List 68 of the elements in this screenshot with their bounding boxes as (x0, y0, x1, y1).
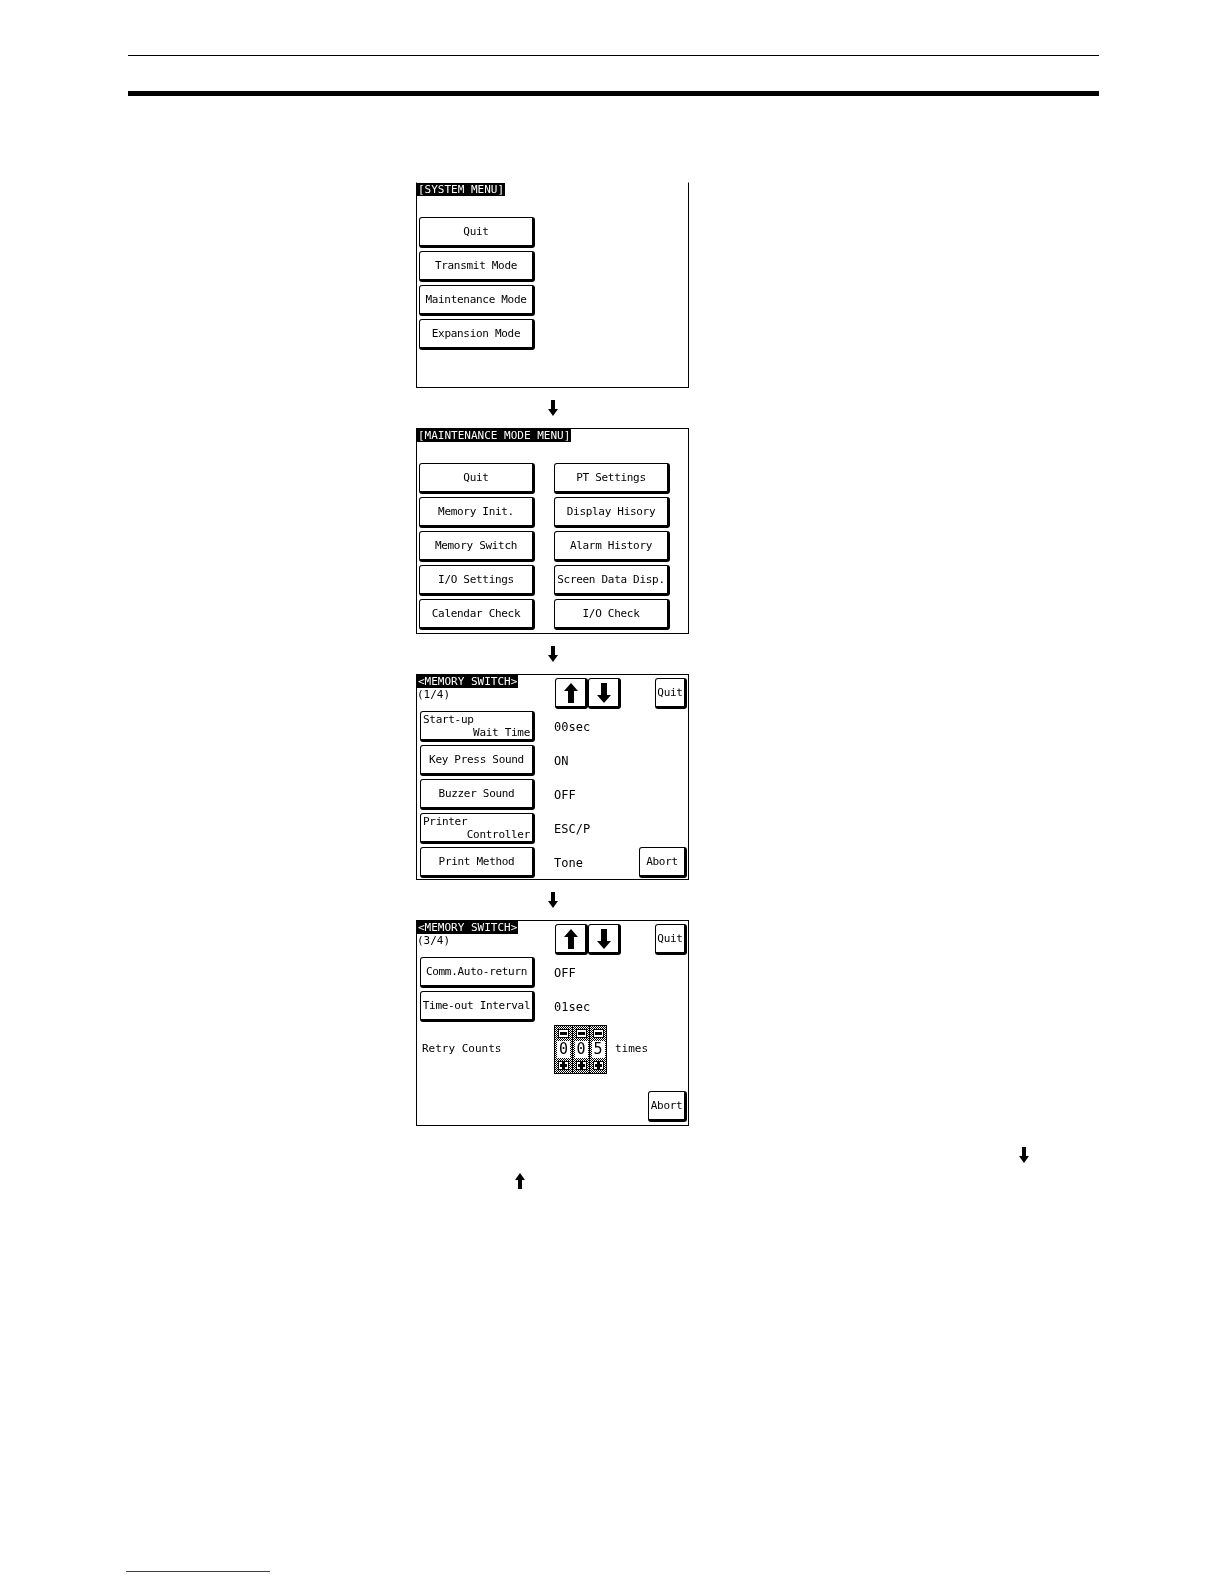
setting-value: OFF (554, 786, 576, 804)
setting-button[interactable]: Time-out Interval (420, 991, 535, 1022)
down-arrow-icon (547, 892, 558, 908)
down-arrow-icon (596, 682, 611, 703)
setting-button[interactable]: Printer Controller (420, 813, 535, 844)
increment-button[interactable] (558, 1061, 569, 1070)
menu-button[interactable]: PT Settings (554, 463, 670, 494)
screen-title: <MEMORY SWITCH> (417, 921, 519, 934)
quit-button[interactable]: Quit (655, 678, 687, 709)
menu-button[interactable]: Alarm History (554, 531, 670, 562)
setting-value: OFF (554, 964, 576, 982)
menu-button[interactable]: Transmit Mode (419, 251, 535, 282)
menu-button[interactable]: I/O Check (554, 599, 670, 630)
decrement-button[interactable] (558, 1029, 569, 1038)
plus-icon (577, 1062, 585, 1069)
screen-title: <MEMORY SWITCH> (417, 675, 519, 688)
up-arrow-icon (563, 682, 578, 703)
digit-display: 0 (557, 1041, 570, 1058)
abort-button[interactable]: Abort (648, 1091, 687, 1122)
unit-label: times (615, 1041, 649, 1058)
setting-button[interactable]: Start-up Wait Time (420, 711, 535, 742)
decrement-button[interactable] (575, 1029, 587, 1038)
screen-title: [SYSTEM MENU] (417, 183, 506, 196)
down-button[interactable] (588, 678, 621, 709)
down-arrow-icon (547, 646, 558, 662)
setting-value: ON (554, 752, 569, 770)
decrement-button[interactable] (592, 1029, 604, 1038)
setting-value: ESC/P (554, 820, 591, 838)
menu-button[interactable]: Maintenance Mode (419, 285, 535, 316)
menu-button[interactable]: Quit (419, 463, 535, 494)
up-arrow-icon (515, 1173, 525, 1189)
down-button[interactable] (588, 924, 621, 955)
down-arrow-icon (547, 400, 558, 416)
setting-button[interactable]: Print Method (420, 847, 535, 878)
menu-button[interactable]: Expansion Mode (419, 319, 535, 350)
minus-icon (560, 1032, 567, 1035)
setting-button[interactable]: Comm.Auto-return (420, 957, 535, 988)
digit-display: 5 (591, 1041, 605, 1058)
menu-button[interactable]: Memory Init. (419, 497, 535, 528)
setting-button[interactable]: Buzzer Sound (420, 779, 535, 810)
up-button[interactable] (555, 924, 588, 955)
menu-button[interactable]: Memory Switch (419, 531, 535, 562)
plus-icon (594, 1062, 602, 1069)
page-indicator: (3/4) (417, 934, 451, 947)
setting-value: Tone (554, 854, 583, 872)
menu-button[interactable]: Quit (419, 217, 535, 248)
menu-button[interactable]: Screen Data Disp. (554, 565, 670, 596)
page-indicator: (1/4) (417, 688, 451, 701)
setting-value: 00sec (554, 718, 591, 736)
plus-icon (560, 1062, 567, 1069)
minus-icon (577, 1032, 585, 1035)
setting-button[interactable]: Key Press Sound (420, 745, 535, 776)
menu-button[interactable]: Display Hisory (554, 497, 670, 528)
increment-button[interactable] (592, 1061, 604, 1070)
down-arrow-icon (596, 928, 611, 949)
up-button[interactable] (555, 678, 588, 709)
menu-button[interactable]: Calendar Check (419, 599, 535, 630)
screen-title: [MAINTENANCE MODE MENU] (417, 429, 572, 442)
menu-button[interactable]: I/O Settings (419, 565, 535, 596)
abort-button[interactable]: Abort (639, 847, 687, 878)
down-arrow-icon (1019, 1147, 1029, 1163)
minus-icon (594, 1032, 602, 1035)
quit-button[interactable]: Quit (655, 924, 687, 955)
up-arrow-icon (563, 928, 578, 949)
setting-value: 01sec (554, 998, 591, 1016)
digit-display: 0 (574, 1041, 588, 1058)
setting-label: Retry Counts (421, 1041, 503, 1058)
increment-button[interactable] (575, 1061, 587, 1070)
